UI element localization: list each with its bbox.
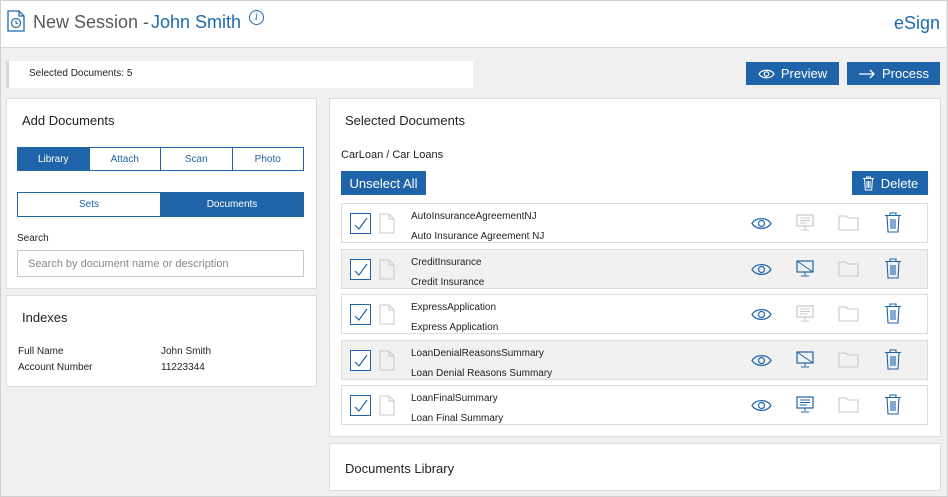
file-icon xyxy=(379,213,395,234)
documents-library-title: Documents Library xyxy=(345,461,455,476)
search-label: Search xyxy=(17,233,49,244)
checkmark-icon xyxy=(354,354,368,367)
monitor-icon[interactable] xyxy=(794,259,816,278)
document-checkbox[interactable] xyxy=(350,395,371,416)
folder-icon[interactable] xyxy=(838,351,859,368)
tab-scan[interactable]: Scan xyxy=(161,148,233,170)
app-header: New Session - John Smith i eSign xyxy=(1,1,946,48)
folder-icon[interactable] xyxy=(838,396,859,413)
indexes-title: Indexes xyxy=(22,310,68,325)
eye-icon[interactable] xyxy=(751,354,772,367)
trash-icon[interactable] xyxy=(884,303,902,324)
document-checkbox[interactable] xyxy=(350,304,371,325)
folder-icon[interactable] xyxy=(838,305,859,322)
arrow-right-icon xyxy=(859,69,875,78)
document-name: LoanDenialReasonsSummary xyxy=(411,348,544,359)
document-checkbox[interactable] xyxy=(350,259,371,280)
search-input[interactable] xyxy=(17,250,304,277)
document-description: Auto Insurance Agreement NJ xyxy=(411,231,545,242)
checkmark-icon xyxy=(354,217,368,230)
breadcrumb: CarLoan / Car Loans xyxy=(341,149,444,161)
document-name: ExpressApplication xyxy=(411,302,497,313)
index-key-full-name: Full Name xyxy=(18,346,64,357)
selected-count-bar: Selected Documents: 5 xyxy=(6,61,473,88)
index-value-full-name: John Smith xyxy=(161,346,212,357)
selected-documents-title: Selected Documents xyxy=(345,113,465,128)
brand-logo: eSign xyxy=(893,13,940,33)
trash-icon[interactable] xyxy=(884,349,902,370)
monitor-icon[interactable] xyxy=(794,350,816,369)
document-name: AutoInsuranceAgreementNJ xyxy=(411,211,537,222)
process-label: Process xyxy=(882,66,929,81)
preview-label: Preview xyxy=(780,66,828,81)
delete-button[interactable]: Delete xyxy=(852,171,928,195)
document-description: Loan Final Summary xyxy=(411,413,504,424)
unselect-all-label: Unselect All xyxy=(349,175,418,191)
document-row[interactable]: LoanDenialReasonsSummary Loan Denial Rea… xyxy=(341,340,928,380)
monitor-icon[interactable] xyxy=(794,304,816,323)
document-description: Loan Denial Reasons Summary xyxy=(411,368,553,379)
folder-icon[interactable] xyxy=(838,214,859,231)
checkmark-icon xyxy=(354,399,368,412)
file-icon xyxy=(379,350,395,371)
document-name: LoanFinalSummary xyxy=(411,393,498,404)
document-checkbox[interactable] xyxy=(350,350,371,371)
checkmark-icon xyxy=(354,308,368,321)
document-description: Express Application xyxy=(411,322,499,333)
trash-icon[interactable] xyxy=(884,258,902,279)
monitor-icon[interactable] xyxy=(794,395,816,414)
index-value-account-number: 11223344 xyxy=(161,362,205,373)
eye-icon[interactable] xyxy=(751,217,772,230)
eye-icon[interactable] xyxy=(751,399,772,412)
document-name: CreditInsurance xyxy=(411,257,482,268)
delete-label: Delete xyxy=(880,175,919,191)
file-icon xyxy=(379,259,395,280)
file-icon xyxy=(379,395,395,416)
session-history-icon xyxy=(7,10,25,32)
document-row[interactable]: LoanFinalSummary Loan Final Summary xyxy=(341,385,928,425)
tab-documents[interactable]: Documents xyxy=(161,193,303,216)
trash-icon[interactable] xyxy=(884,212,902,233)
document-description: Credit Insurance xyxy=(411,277,485,288)
indexes-panel xyxy=(6,295,317,387)
document-checkbox[interactable] xyxy=(350,213,371,234)
file-icon xyxy=(379,304,395,325)
tab-photo[interactable]: Photo xyxy=(232,148,303,170)
document-row[interactable]: CreditInsurance Credit Insurance xyxy=(341,249,928,289)
tab-library[interactable]: Library xyxy=(18,148,90,170)
process-button[interactable]: Process xyxy=(847,62,940,85)
eye-icon xyxy=(758,69,775,78)
eye-icon[interactable] xyxy=(751,263,772,276)
source-tabs: Library Attach Scan Photo xyxy=(17,147,304,171)
page-title: New Session - xyxy=(33,12,150,32)
document-row[interactable]: ExpressApplication Express Application xyxy=(341,294,928,334)
type-tabs: Sets Documents xyxy=(17,192,304,217)
info-icon[interactable]: i xyxy=(249,10,264,25)
add-documents-title: Add Documents xyxy=(22,113,115,128)
selected-count-text: Selected Documents: 5 xyxy=(29,68,133,79)
preview-button[interactable]: Preview xyxy=(746,62,839,85)
index-key-account-number: Account Number xyxy=(18,362,93,373)
folder-icon[interactable] xyxy=(838,260,859,277)
document-row[interactable]: AutoInsuranceAgreementNJ Auto Insurance … xyxy=(341,203,928,243)
tab-attach[interactable]: Attach xyxy=(89,148,161,170)
monitor-icon[interactable] xyxy=(794,213,816,232)
trash-icon[interactable] xyxy=(884,394,902,415)
eye-icon[interactable] xyxy=(751,308,772,321)
trash-icon xyxy=(862,176,874,190)
unselect-all-button[interactable]: Unselect All xyxy=(341,171,426,195)
tab-sets[interactable]: Sets xyxy=(18,193,161,216)
customer-name[interactable]: John Smith xyxy=(151,12,241,33)
checkmark-icon xyxy=(354,263,368,276)
